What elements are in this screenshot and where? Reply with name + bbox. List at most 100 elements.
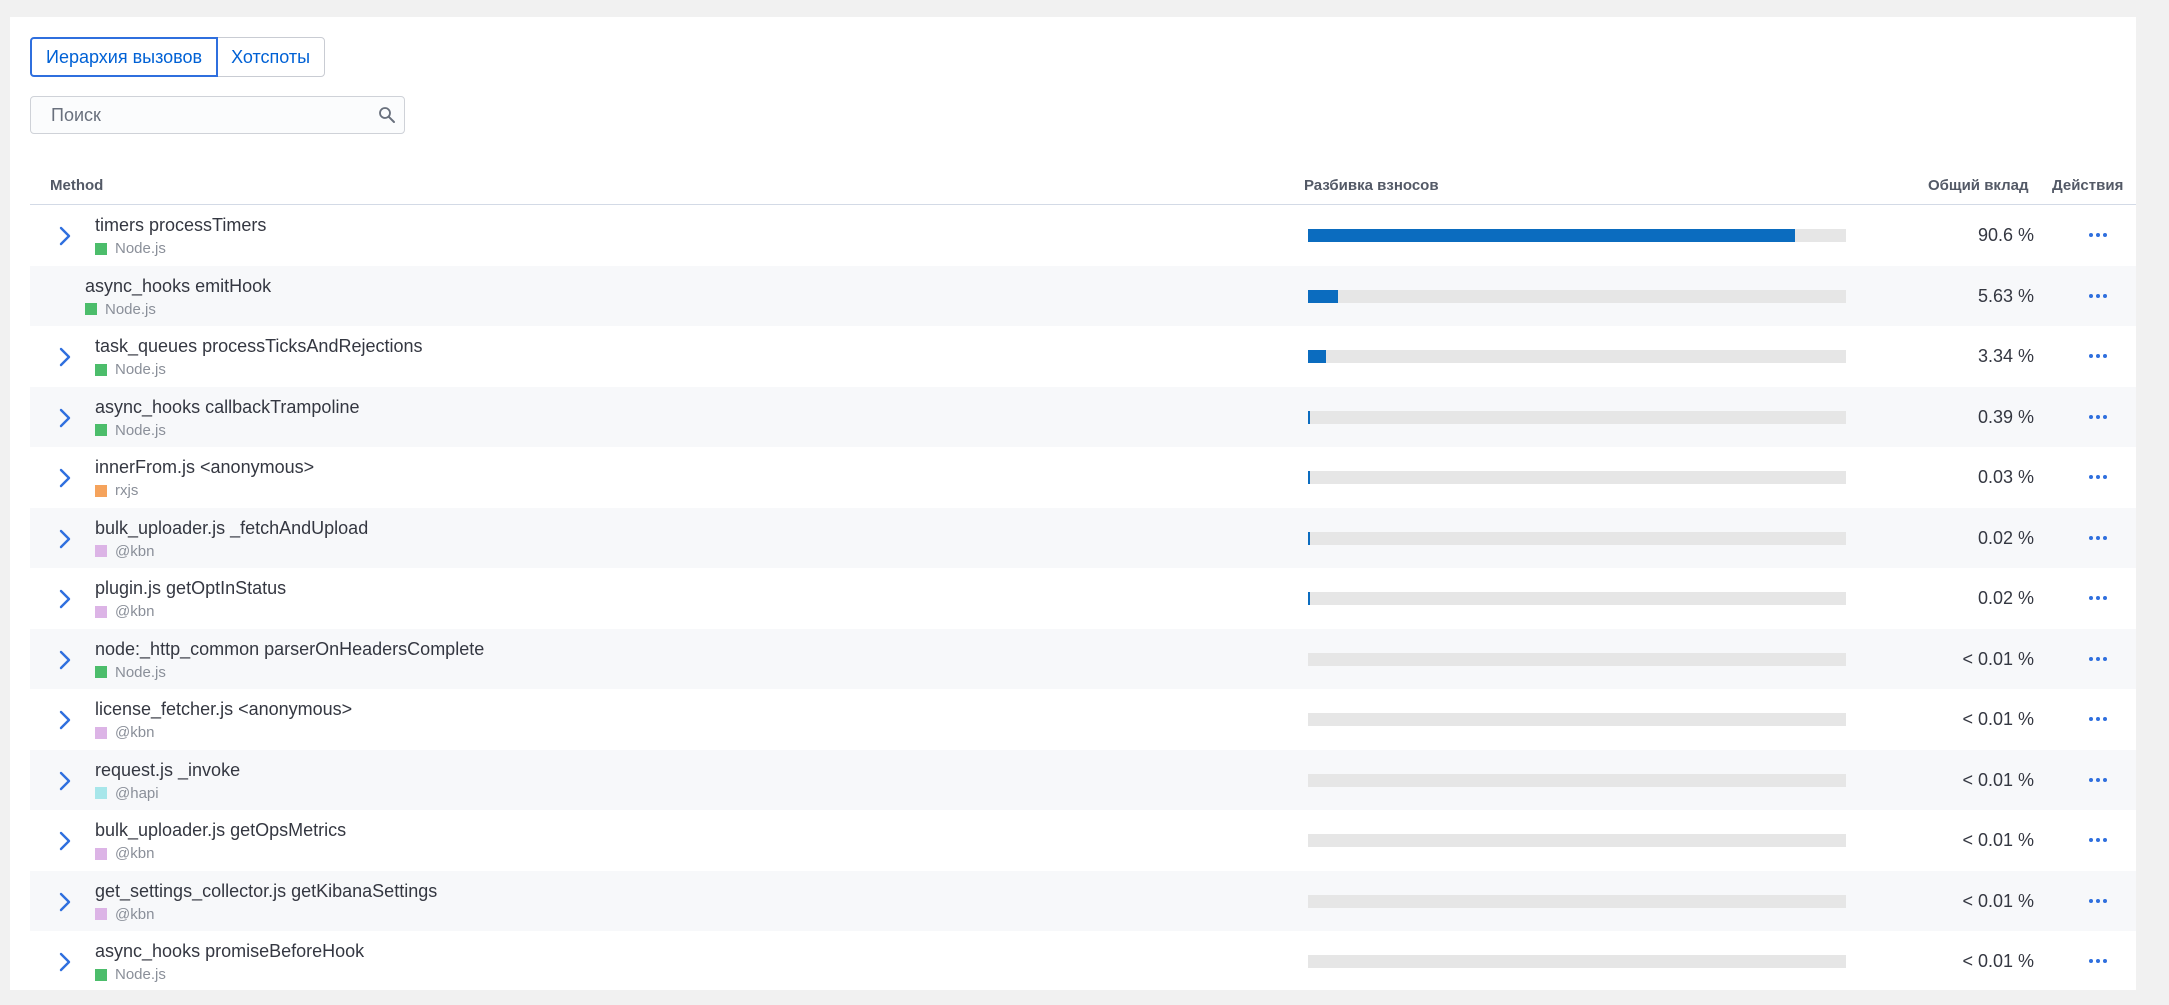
- tab-hotspots[interactable]: Хотспоты: [216, 37, 326, 77]
- column-header-breakdown[interactable]: Разбивка взносов: [1304, 177, 1439, 194]
- chevron-right-icon[interactable]: [58, 588, 72, 610]
- library-name: @kbn: [115, 542, 155, 560]
- method-name: task_queues processTicksAndRejections: [95, 336, 423, 356]
- contribution-bar-track: [1308, 410, 1846, 424]
- table-header: Method Разбивка взносов Общий вклад Дейс…: [30, 157, 2136, 205]
- library-color-swatch: [95, 968, 107, 981]
- chevron-right-icon[interactable]: [58, 346, 72, 368]
- contribution-bar-track: [1308, 894, 1846, 908]
- contribution-bar-fill: [1308, 229, 1796, 242]
- library-name: Node.js: [115, 966, 166, 983]
- library-color-swatch: [95, 787, 107, 799]
- library-label: @hapi: [95, 785, 159, 802]
- table-row[interactable]: async_hooks callbackTrampoline Node.js 0.3…: [30, 386, 2136, 447]
- total-contribution-value: 0.02 %: [1977, 527, 2034, 548]
- total-contribution-value: 0.03 %: [1977, 467, 2034, 487]
- table-row[interactable]: bulk_uploader.js getOpsMetrics @kbn < 0.01…: [30, 810, 2136, 870]
- method-name: async_hooks emitHook: [85, 275, 272, 296]
- chevron-right-icon[interactable]: [58, 225, 72, 247]
- table-row[interactable]: node:_http_common parserOnHeadersComplet…: [30, 628, 2136, 689]
- ellipsis-icon[interactable]: [2088, 772, 2108, 788]
- method-name: get_settings_collector.js getKibanaSetti…: [95, 880, 438, 901]
- chevron-right-icon[interactable]: [58, 407, 72, 429]
- chevron-right-icon[interactable]: [58, 467, 72, 489]
- search-icon[interactable]: [378, 106, 396, 124]
- library-label: @kbn: [95, 543, 154, 560]
- library-name: @hapi: [115, 784, 159, 802]
- library-label: @kbn: [95, 845, 154, 862]
- ellipsis-icon[interactable]: [2088, 590, 2108, 606]
- contribution-bar-track: [1308, 713, 1846, 726]
- contribution-bar-track: [1308, 773, 1846, 787]
- library-name: rxjs: [115, 482, 139, 499]
- method-name: plugin.js getOptInStatus: [95, 578, 287, 598]
- total-contribution-value: 90.6 %: [1977, 225, 2034, 245]
- library-name: @kbn: [115, 724, 155, 741]
- ellipsis-icon[interactable]: [2088, 711, 2108, 727]
- library-color-swatch: [95, 363, 107, 376]
- chevron-right-icon[interactable]: [58, 951, 72, 973]
- chevron-right-icon[interactable]: [58, 830, 72, 852]
- contribution-bar-fill: [1308, 592, 1310, 605]
- ellipsis-icon[interactable]: [2088, 832, 2108, 848]
- method-name: async_hooks callbackTrampoline: [95, 396, 360, 417]
- search-input[interactable]: [49, 97, 373, 134]
- total-contribution-value: 0.02 %: [1977, 588, 2034, 608]
- contribution-bar-track: [1308, 471, 1846, 484]
- library-name: Node.js: [115, 421, 166, 439]
- library-label: @kbn: [95, 724, 154, 741]
- table-row[interactable]: innerFrom.js <anonymous> rxjs 0.03 %: [30, 447, 2136, 507]
- ellipsis-icon[interactable]: [2088, 530, 2108, 546]
- library-label: rxjs: [95, 482, 138, 499]
- ellipsis-icon[interactable]: [2088, 348, 2108, 364]
- method-name: node:_http_common parserOnHeadersComplet…: [95, 638, 485, 659]
- library-label: Node.js: [95, 664, 166, 681]
- table-row[interactable]: task_queues processTicksAndRejections Nod…: [30, 326, 2136, 386]
- ellipsis-icon[interactable]: [2088, 469, 2108, 485]
- table-row[interactable]: request.js _invoke @hapi < 0.01 %: [30, 749, 2136, 810]
- method-name: bulk_uploader.js _fetchAndUpload: [95, 517, 369, 538]
- table-row[interactable]: timers processTimers Node.js 90.6 %: [30, 205, 2136, 265]
- method-name: license_fetcher.js <anonymous>: [95, 699, 353, 719]
- chevron-right-icon[interactable]: [58, 770, 72, 792]
- library-name: Node.js: [115, 361, 166, 378]
- table-row[interactable]: get_settings_collector.js getKibanaSetti…: [30, 870, 2136, 931]
- contribution-bar-track: [1308, 229, 1846, 242]
- table-row[interactable]: async_hooks emitHook Node.js 5.63 %: [30, 265, 2136, 326]
- library-name: Node.js: [115, 663, 166, 681]
- table-row[interactable]: async_hooks promiseBeforeHook Node.js < 0.…: [30, 931, 2136, 991]
- column-header-method[interactable]: Method: [50, 177, 103, 194]
- search-box: [30, 96, 405, 134]
- table-row[interactable]: bulk_uploader.js _fetchAndUpload @kbn 0.02…: [30, 507, 2136, 568]
- contribution-bar-fill: [1308, 531, 1310, 545]
- table-row[interactable]: plugin.js getOptInStatus @kbn 0.02 %: [30, 568, 2136, 628]
- total-contribution-value: 0.39 %: [1977, 406, 2034, 427]
- library-color-swatch: [95, 726, 107, 739]
- chevron-right-icon[interactable]: [58, 528, 72, 550]
- ellipsis-icon[interactable]: [2088, 227, 2108, 243]
- ellipsis-icon[interactable]: [2088, 651, 2108, 667]
- ellipsis-icon[interactable]: [2088, 409, 2108, 425]
- library-label: Node.js: [95, 240, 166, 257]
- method-name: bulk_uploader.js getOpsMetrics: [95, 820, 347, 840]
- ellipsis-icon[interactable]: [2088, 953, 2108, 969]
- library-color-swatch: [95, 424, 107, 436]
- chevron-right-icon[interactable]: [58, 649, 72, 671]
- library-name: @kbn: [115, 905, 155, 923]
- column-header-total[interactable]: Общий вклад: [1928, 177, 2029, 194]
- chevron-right-icon[interactable]: [58, 891, 72, 913]
- library-label: @kbn: [95, 906, 154, 923]
- chevron-right-icon[interactable]: [58, 709, 72, 731]
- contribution-bar-track: [1308, 592, 1846, 605]
- library-color-swatch: [85, 303, 97, 315]
- table-row[interactable]: license_fetcher.js <anonymous> @kbn < 0.01…: [30, 689, 2136, 749]
- total-contribution-value: < 0.01 %: [1962, 769, 2034, 790]
- tab-call-hierarchy[interactable]: Иерархия вызовов: [30, 37, 219, 77]
- ellipsis-icon[interactable]: [2088, 893, 2108, 909]
- contribution-bar-track: [1308, 652, 1846, 666]
- method-name: request.js _invoke: [95, 759, 241, 780]
- contribution-bar-fill: [1308, 350, 1326, 363]
- total-contribution-value: < 0.01 %: [1962, 951, 2034, 971]
- ellipsis-icon[interactable]: [2088, 288, 2108, 304]
- library-name: @kbn: [115, 845, 155, 862]
